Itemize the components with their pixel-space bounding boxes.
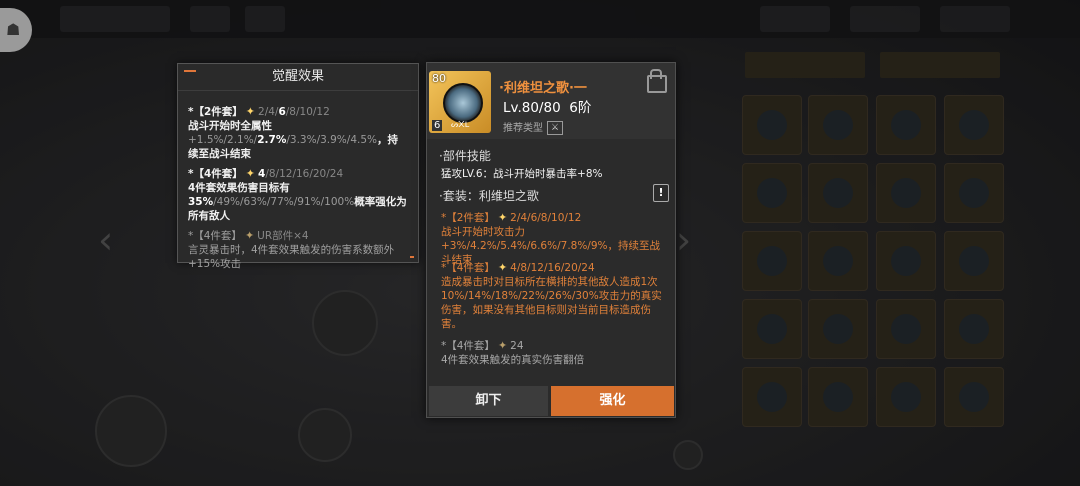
awakening-title: 觉醒效果 (178, 64, 418, 91)
set-desc: 造成暴击时对目标所在横排的其他敌人造成1次10%/14%/18%/22%/26%… (441, 276, 662, 330)
section-part-skill: ·部件技能 (439, 149, 491, 163)
item-set-ur: *【4件套】 ✦ 24 4件套效果触发的真实伤害翻倍 (441, 339, 663, 367)
set-star-icon: ✦ (497, 261, 508, 274)
awaken-star-icon: ✦ (244, 229, 255, 242)
set-star-icon: ✦ (497, 339, 508, 352)
awakening-set-ur: *【4件套】 ✦ UR部件×4 言灵暴击时，4件套效果触发的伤害系数额外+15%攻击 (188, 229, 408, 271)
awaken-star-icon: ✦ (245, 167, 256, 180)
upgrade-button[interactable]: 强化 (551, 386, 674, 416)
set-levels: 2/4/6/8/10/12 (258, 106, 330, 118)
item-count-badge: 6 (432, 120, 443, 131)
recommend-type: 推荐类型 ⚔ (503, 119, 563, 135)
set-tag: *【2件套】 (188, 106, 243, 118)
skill-text: 猛攻LV.6：战斗开始时暴击率+8% (441, 168, 603, 180)
awakening-panel: 觉醒效果 *【2件套】 ✦ 2/4/6/8/10/12 战斗开始时全属性+1.5%/… (177, 63, 419, 270)
awakening-set4: *【4件套】 ✦ 4/8/12/16/20/24 4件套效果伤害目标有35%/49%… (188, 167, 408, 223)
set-levels: 4/8/12/16/20/24 (258, 168, 344, 180)
item-header: 80 ᔕ᙭ᒪ 6 ·利维坦之歌·一 Lv.80/80 6阶 推荐类型 ⚔ (427, 63, 675, 139)
item-name: ·利维坦之歌·一 (499, 81, 587, 96)
unequip-button[interactable]: 卸下 (429, 386, 548, 416)
item-disc-icon (443, 83, 483, 123)
set-star-icon: ✦ (497, 211, 508, 224)
recommend-type-icon: ⚔ (547, 121, 563, 135)
panel-accent-mark (410, 256, 414, 258)
item-set2: *【2件套】 ✦ 2/4/6/8/10/12 战斗开始时攻击力+3%/4.2%/5.… (441, 211, 663, 267)
set-desc: 战斗开始时全属性+1.5%/2.1%/2.7%/3.3%/3.9%/4.5%，持… (188, 120, 398, 160)
item-level: Lv.80/80 6阶 (503, 100, 592, 116)
item-detail-panel: 80 ᔕ᙭ᒪ 6 ·利维坦之歌·一 Lv.80/80 6阶 推荐类型 ⚔ ·部件技… (426, 62, 676, 418)
set-desc: 言灵暴击时，4件套效果触发的伤害系数额外+15%攻击 (188, 244, 395, 270)
set-desc: 4件套效果触发的真实伤害翻倍 (441, 354, 585, 366)
set-levels: UR部件×4 (257, 230, 309, 242)
set-tag: *【4件套】 (188, 230, 242, 242)
info-warning-icon[interactable]: ! (653, 184, 669, 202)
item-set4: *【4件套】 ✦ 4/8/12/16/20/24 造成暴击时对目标所在横排的其他敌人… (441, 261, 662, 330)
item-level-badge: 80 (432, 72, 446, 85)
awakening-set2: *【2件套】 ✦ 2/4/6/8/10/12 战斗开始时全属性+1.5%/2.1%/… (188, 105, 408, 161)
panel-accent-mark (184, 70, 196, 72)
set-tag: *【4件套】 (188, 168, 243, 180)
item-icon-text: ᔕ᙭ᒪ (451, 120, 470, 129)
item-icon: 80 ᔕ᙭ᒪ 6 (429, 71, 491, 133)
avatar-icon: ☗ (6, 20, 21, 39)
lock-icon[interactable] (647, 69, 667, 93)
section-set: ·套装：利维坦之歌 (439, 189, 539, 203)
set-desc: 4件套效果伤害目标有35%/49%/63%/77%/91%/100%概率强化为所… (188, 182, 407, 222)
awaken-star-icon: ✦ (245, 105, 256, 118)
